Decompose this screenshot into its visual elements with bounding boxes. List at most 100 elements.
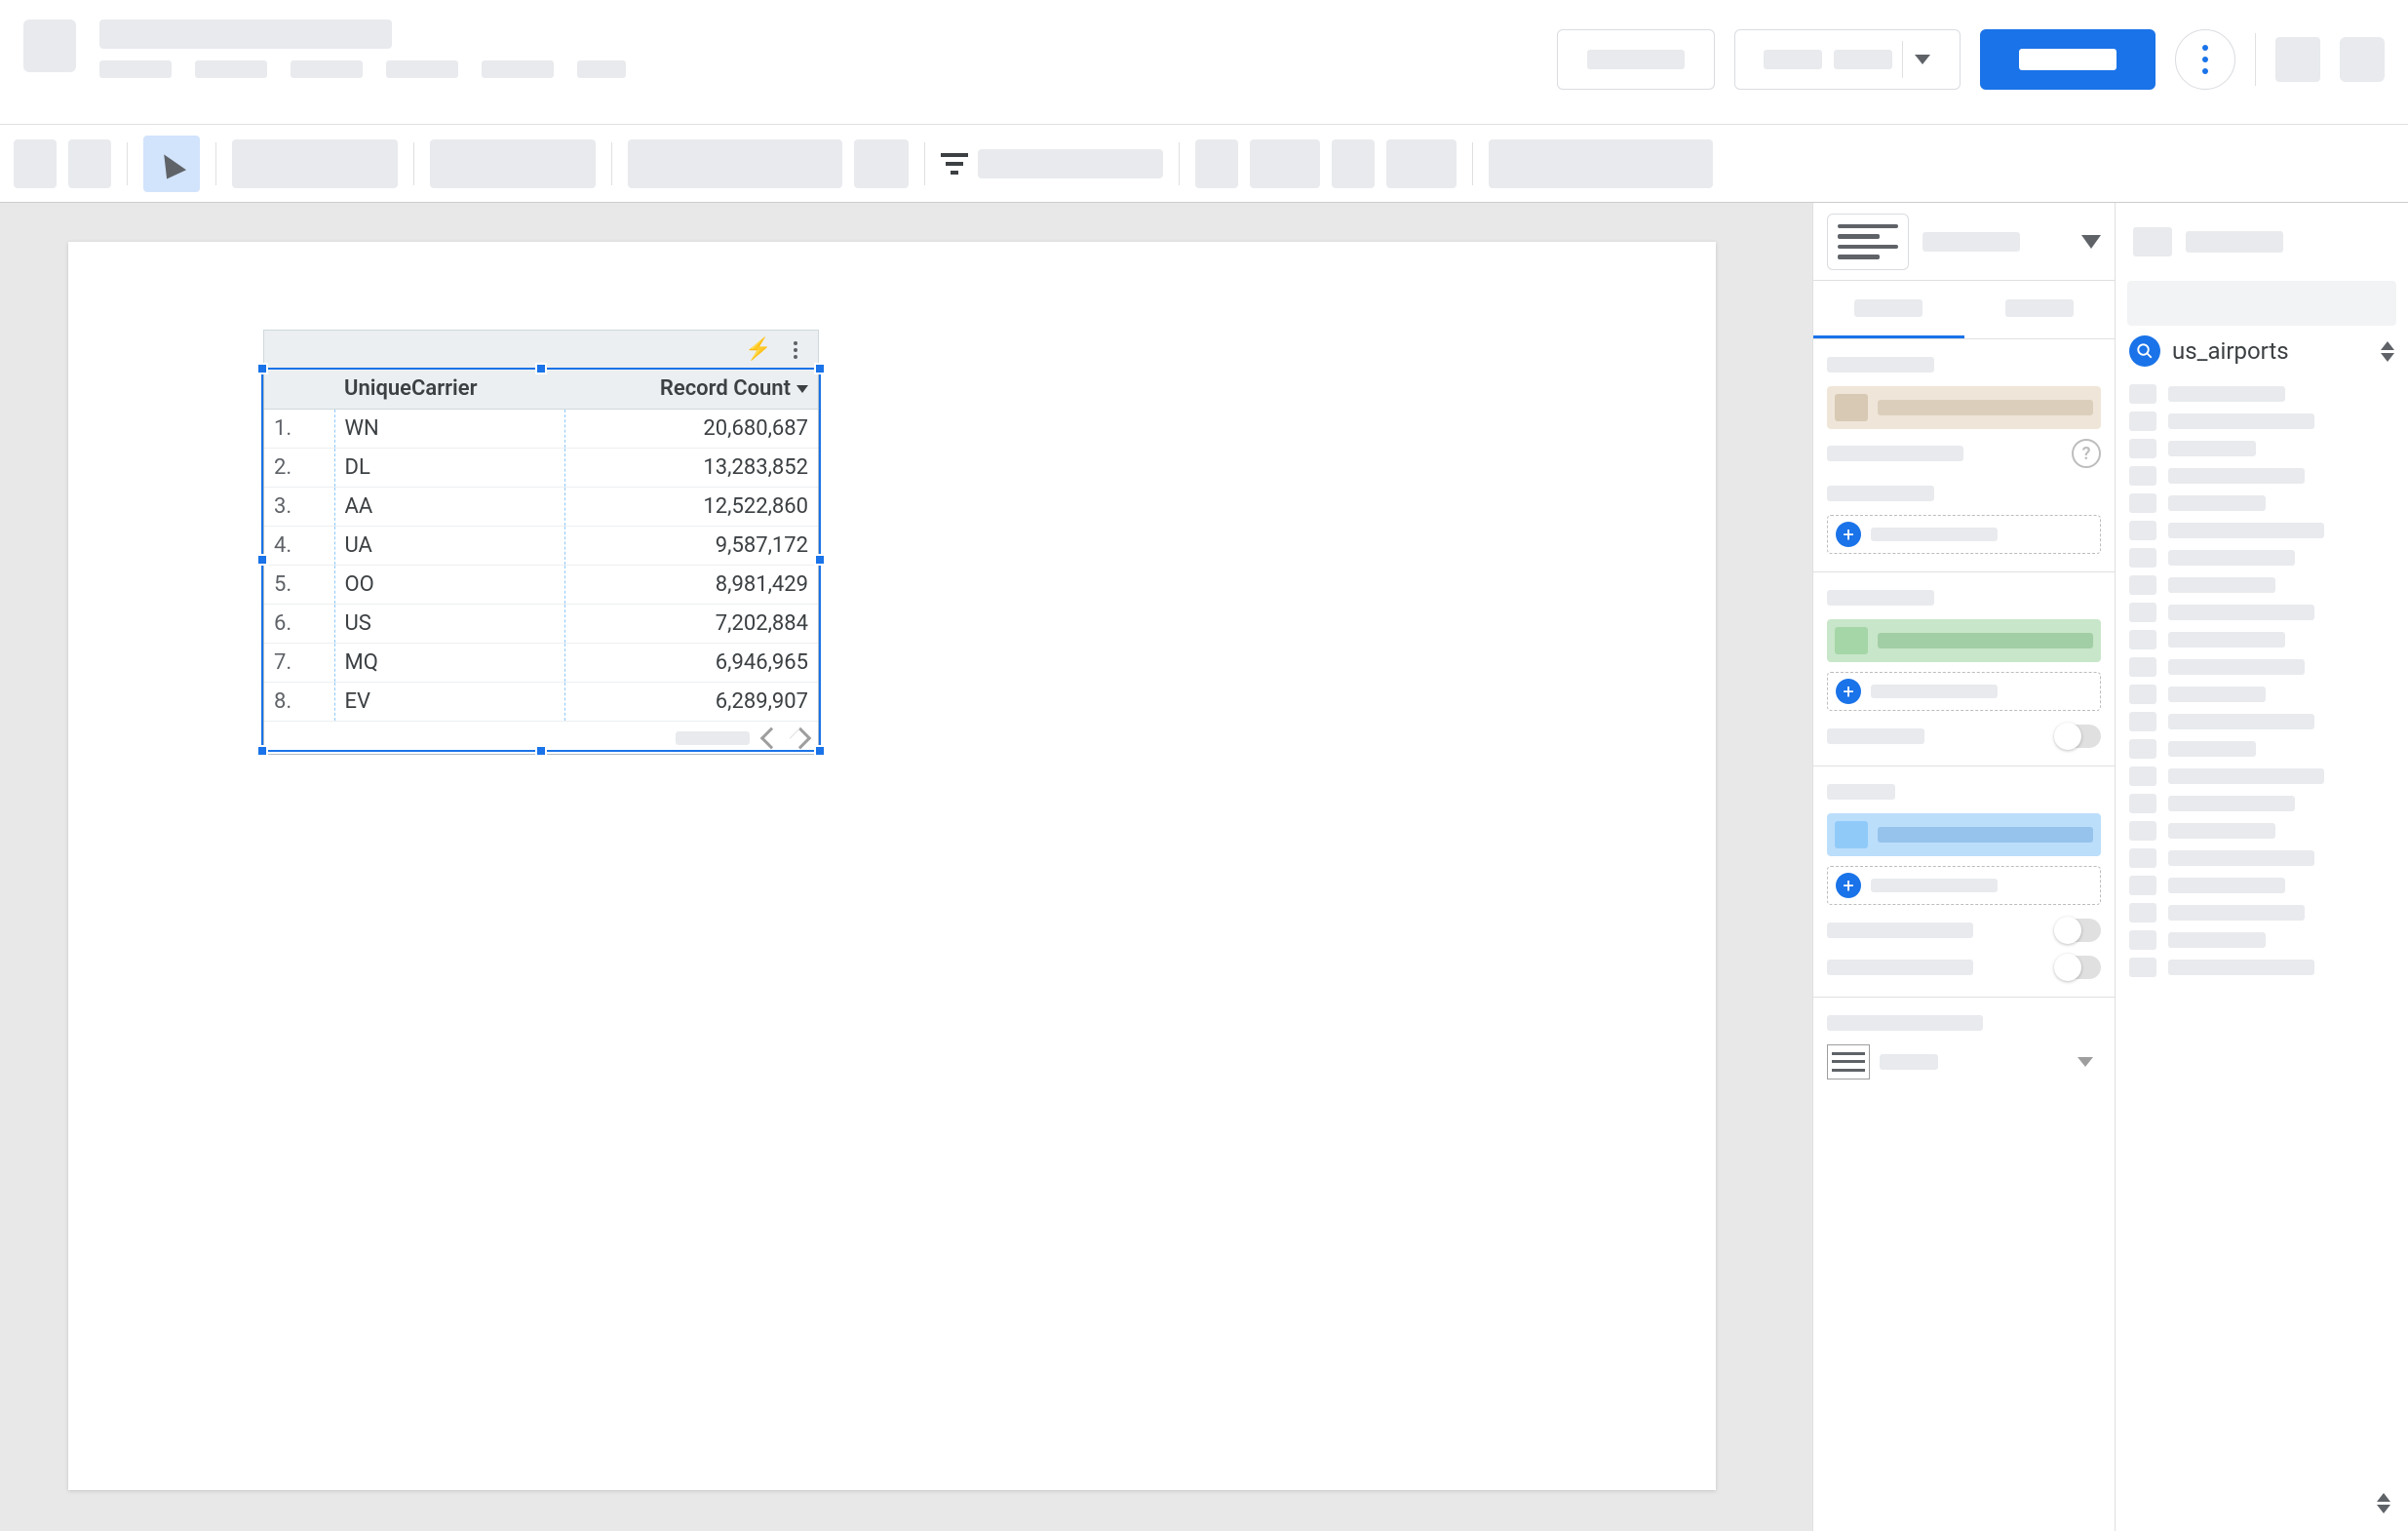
field-item[interactable] [2129,521,2394,540]
field-item[interactable] [2129,493,2394,513]
canvas[interactable]: ⚡ UniqueCarrier Record Count 1.WN20,680,… [0,203,1812,1531]
dimension-chip[interactable] [1827,619,2101,662]
report-title[interactable] [99,20,392,49]
field-item[interactable] [2129,412,2394,431]
table-row[interactable]: 6.US7,202,884 [264,605,818,644]
metric-chip[interactable] [1827,813,2101,856]
toolbar-dropdown[interactable] [1489,139,1713,188]
index-column-header[interactable] [264,369,334,410]
menu-item[interactable] [482,60,554,78]
metric-sliders-toggle[interactable] [2056,956,2101,979]
toolbar-dropdown[interactable] [628,139,842,188]
caret-down-icon [1915,55,1930,64]
table-row[interactable]: 1.WN20,680,687 [264,410,818,449]
toolbar-button[interactable] [854,139,909,188]
chart-type-label [1923,232,2020,252]
field-item[interactable] [2129,876,2394,895]
filter-control[interactable] [941,149,1163,178]
field-item[interactable] [2129,903,2394,923]
field-type-icon [2129,466,2156,486]
field-item[interactable] [2129,630,2394,649]
pager-prev-button[interactable] [760,726,783,749]
optional-metrics-toggle[interactable] [2056,919,2101,942]
table-row[interactable]: 7.MQ6,946,965 [264,644,818,683]
data-panel-icon[interactable] [2133,227,2172,256]
toolbar-button[interactable] [1332,139,1375,188]
field-item[interactable] [2129,384,2394,404]
field-name [2168,659,2305,675]
chevron-down-icon[interactable] [2081,235,2101,249]
field-item[interactable] [2129,766,2394,786]
add-dimension-button[interactable]: + [1827,672,2101,711]
table-row[interactable]: 5.OO8,981,429 [264,566,818,605]
field-item[interactable] [2129,685,2394,704]
table-row[interactable]: 4.UA9,587,172 [264,527,818,566]
field-item[interactable] [2129,466,2394,486]
field-item[interactable] [2129,794,2394,813]
tab-setup[interactable] [1813,281,1964,338]
menu-item[interactable] [577,60,626,78]
data-panel-title [2186,231,2283,253]
row-index: 8. [264,683,334,722]
toolbar-dropdown[interactable] [232,139,398,188]
rows-per-page-selector[interactable] [1827,1044,2101,1080]
field-item[interactable] [2129,657,2394,677]
field-item[interactable] [2129,958,2394,977]
explore-button[interactable]: ⚡ [742,335,775,365]
metric-sliders-label [1827,960,1973,975]
app-logo[interactable] [23,20,76,72]
menu-item[interactable] [99,60,172,78]
expand-collapse-icon[interactable] [2381,341,2394,362]
field-item[interactable] [2129,739,2394,759]
toolbar-button[interactable] [1195,139,1238,188]
data-source-row[interactable]: us_airports [2116,326,2408,376]
data-table: UniqueCarrier Record Count 1.WN20,680,68… [263,369,819,755]
header-primary-button[interactable] [1980,29,2156,90]
select-tool-button[interactable] [143,136,200,192]
chart-type-selector[interactable] [1827,214,1909,270]
header-icon-button[interactable] [2275,37,2320,82]
field-item[interactable] [2129,930,2394,950]
search-input[interactable] [2127,281,2396,326]
field-item[interactable] [2129,821,2394,841]
table-row[interactable]: 2.DL13,283,852 [264,449,818,488]
toolbar-button[interactable] [1250,139,1320,188]
table-chart-widget[interactable]: ⚡ UniqueCarrier Record Count 1.WN20,680,… [263,330,819,755]
pager-range [676,731,750,745]
header-button-a[interactable] [1557,29,1715,90]
add-dimension-button[interactable]: + [1827,515,2101,554]
field-item[interactable] [2129,439,2394,458]
scroll-nub-icon[interactable] [2377,1493,2390,1513]
field-item[interactable] [2129,575,2394,595]
data-source-chip[interactable] [1827,386,2101,429]
field-item[interactable] [2129,548,2394,568]
help-icon[interactable]: ? [2072,439,2101,468]
header-dropdown-button[interactable] [1734,29,1961,90]
drilldown-toggle[interactable] [2056,725,2101,748]
add-metric-button[interactable]: + [1827,866,2101,905]
field-type-icon [2129,630,2156,649]
count-cell: 9,587,172 [564,527,818,566]
toolbar-button[interactable] [1386,139,1456,188]
pager-next-button[interactable] [790,726,812,749]
config-tabs [1813,281,2115,339]
tab-style[interactable] [1964,281,2116,338]
app-header [0,0,2408,125]
report-page[interactable]: ⚡ UniqueCarrier Record Count 1.WN20,680,… [68,242,1716,1490]
field-item[interactable] [2129,603,2394,622]
menu-item[interactable] [386,60,458,78]
menu-item[interactable] [291,60,363,78]
widget-more-button[interactable] [779,335,812,365]
toolbar-dropdown[interactable] [430,139,596,188]
more-options-button[interactable] [2175,29,2235,90]
field-item[interactable] [2129,848,2394,868]
menu-item[interactable] [195,60,267,78]
table-row[interactable]: 8.EV6,289,907 [264,683,818,722]
metric-column-header[interactable]: Record Count [564,369,818,410]
dimension-column-header[interactable]: UniqueCarrier [334,369,564,410]
field-item[interactable] [2129,712,2394,731]
table-row[interactable]: 3.AA12,522,860 [264,488,818,527]
toolbar-button[interactable] [68,139,111,188]
account-avatar[interactable] [2340,37,2385,82]
toolbar-button[interactable] [14,139,57,188]
